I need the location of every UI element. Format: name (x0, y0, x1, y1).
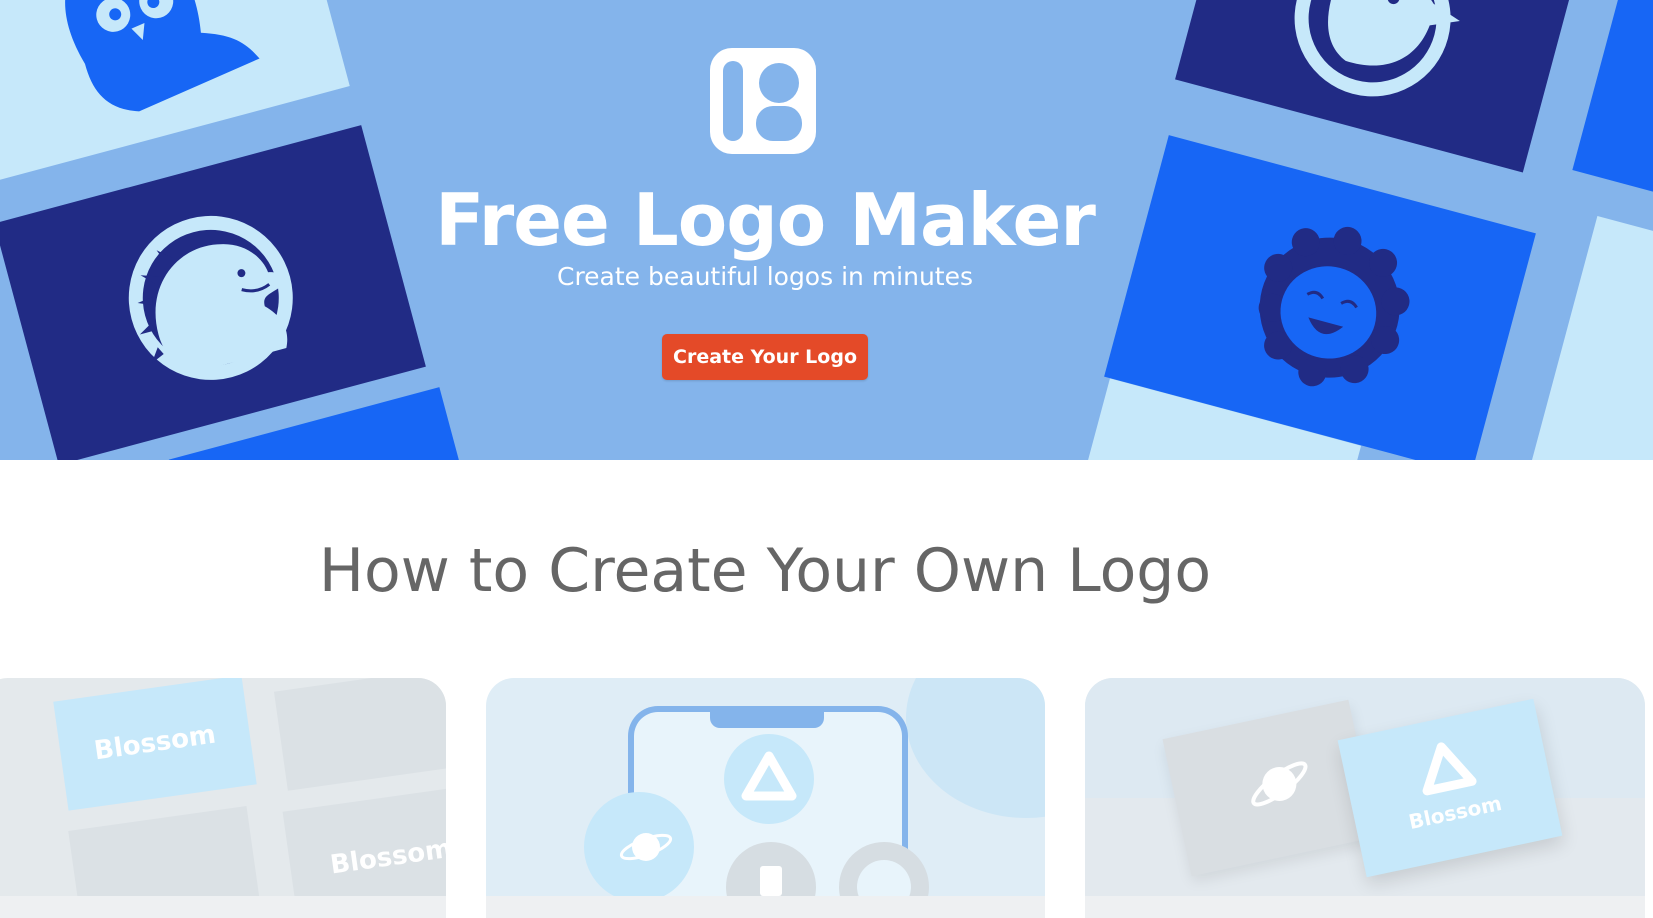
showcase-tile-bird (1175, 0, 1585, 173)
triangle-logo-icon (724, 734, 814, 824)
logo-mark-icon (710, 48, 816, 154)
triangle-logo-icon (1422, 742, 1477, 796)
showcase-tile-pale-right (1530, 215, 1653, 460)
logo-wordmark: Blossom (328, 833, 446, 881)
step-card-browse: Blossom Blossom Blossom (0, 678, 446, 918)
logo-tile (273, 678, 446, 791)
hero-banner: Free Logo Maker Create beautiful logos i… (0, 0, 1653, 460)
logo-tile: Blossom (53, 678, 257, 811)
create-your-logo-button[interactable]: Create Your Logo (662, 334, 868, 380)
card-footer (0, 896, 446, 918)
hero-title: Free Logo Maker (435, 178, 1096, 262)
card-footer (486, 896, 1045, 918)
card-footer (1085, 896, 1645, 918)
step-card-customize (486, 678, 1045, 918)
planet-icon (584, 792, 694, 902)
hero-subtitle: Create beautiful logos in minutes (556, 262, 974, 291)
section-title: How to Create Your Own Logo (318, 536, 1212, 606)
phone-notch (710, 710, 824, 728)
card-bg-circle (906, 678, 1045, 818)
step-card-download: Blossom (1085, 678, 1645, 918)
phone-frame (584, 706, 929, 918)
showcase-tile-blue-right (1572, 0, 1653, 222)
logo-wordmark: Blossom (92, 719, 218, 767)
bird-mascot-icon (1294, 0, 1460, 97)
